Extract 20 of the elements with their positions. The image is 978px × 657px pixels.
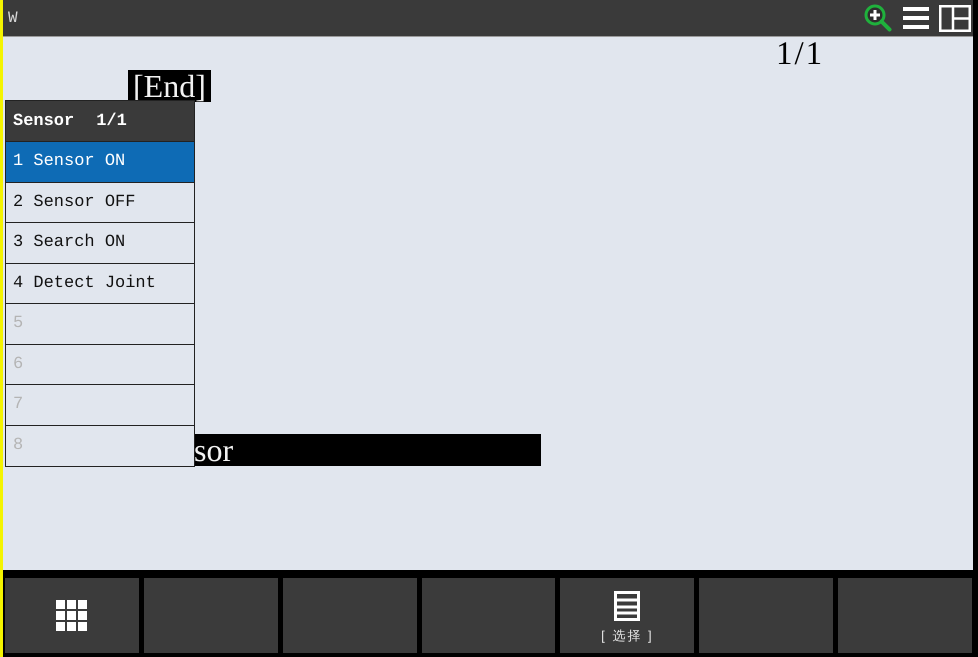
menu-icon[interactable] bbox=[903, 7, 929, 29]
page-indicator: 1/1 bbox=[776, 38, 824, 70]
function-key[interactable] bbox=[282, 578, 417, 653]
window-title: W bbox=[8, 10, 18, 26]
document-icon bbox=[614, 591, 640, 621]
split-layout-icon[interactable] bbox=[939, 4, 971, 32]
menu-item[interactable]: 2 Sensor OFF bbox=[6, 182, 194, 223]
function-key[interactable] bbox=[699, 578, 834, 653]
menu-page-indicator: 1/1 bbox=[96, 112, 127, 130]
function-key[interactable]: [ 选择 ] bbox=[560, 578, 694, 653]
menu-item[interactable]: 4 Detect Joint bbox=[6, 264, 194, 304]
zoom-in-icon[interactable] bbox=[863, 3, 893, 33]
menu-key[interactable] bbox=[5, 578, 139, 653]
grid-icon bbox=[56, 600, 88, 631]
menu-title: Sensor bbox=[13, 112, 74, 130]
end-marker: [End] bbox=[128, 70, 211, 102]
menu-item[interactable]: 1 Sensor ON bbox=[6, 142, 194, 182]
function-key[interactable] bbox=[144, 578, 278, 653]
function-key[interactable] bbox=[838, 578, 972, 653]
function-key[interactable] bbox=[422, 578, 556, 653]
